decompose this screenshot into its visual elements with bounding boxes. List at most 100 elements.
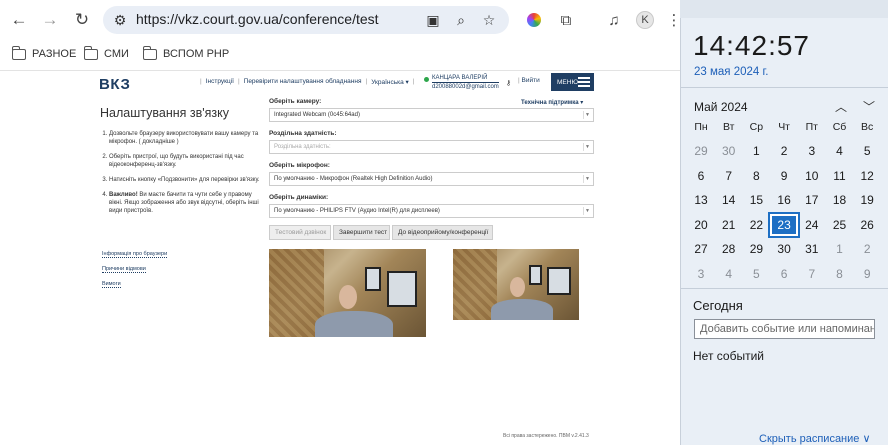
local-video-preview xyxy=(269,249,426,337)
address-bar[interactable]: ⚙ https://vkz.court.gov.ua/conference/te… xyxy=(103,6,509,34)
hide-schedule-link[interactable]: Скрыть расписание ∨ xyxy=(759,432,871,445)
resolution-label: Роздільна здатність: xyxy=(269,130,337,137)
calendar-day[interactable]: 19 xyxy=(853,189,881,211)
end-test-button[interactable]: Завершити тест xyxy=(333,225,390,240)
menu-button[interactable]: МЕНЮ xyxy=(551,73,594,91)
bookmark-folder-smi[interactable]: СМИ xyxy=(83,45,129,63)
calendar-day[interactable]: 3 xyxy=(798,140,826,162)
link-refusal-reasons[interactable]: Причини відмови xyxy=(102,266,146,273)
calendar-day[interactable]: 28 xyxy=(715,238,743,260)
calendar-day[interactable]: 21 xyxy=(715,214,743,236)
reload-icon[interactable]: ↻ xyxy=(70,8,94,32)
calendar-day[interactable]: 27 xyxy=(687,238,715,260)
calendar-day[interactable]: 12 xyxy=(853,165,881,187)
calendar-day[interactable]: 2 xyxy=(770,140,798,162)
calendar-day[interactable]: 17 xyxy=(798,189,826,211)
extensions-puzzle-icon[interactable]: ⧉ xyxy=(554,8,578,32)
tech-support-link[interactable]: Технічна підтримка ▾ xyxy=(521,99,583,106)
calendar-day[interactable]: 14 xyxy=(715,189,743,211)
calendar-day[interactable]: 8 xyxy=(742,165,770,187)
chevron-down-icon: ▼ xyxy=(583,143,591,151)
calendar-day[interactable]: 30 xyxy=(715,140,743,162)
camera-label: Оберіть камеру: xyxy=(269,98,322,105)
zoom-icon[interactable]: ⌕ xyxy=(451,10,471,30)
no-events-text: Нет событий xyxy=(693,349,764,363)
user-info[interactable]: КАНЦАРА ВАЛЕРІЙ d20088002d@gmail.com xyxy=(424,74,499,91)
calendar-day[interactable]: 31 xyxy=(798,238,826,260)
back-icon[interactable]: ← xyxy=(7,8,31,32)
list-item: Важливо! Ви маєте бачити та чути себе у … xyxy=(109,191,261,215)
user-name[interactable]: КАНЦАРА ВАЛЕРІЙ xyxy=(432,74,499,83)
forward-icon[interactable]: → xyxy=(38,8,62,32)
microphone-select[interactable]: По умолчанию - Микрофон (Realtek High De… xyxy=(269,172,594,186)
key-icon[interactable]: ⚷ xyxy=(506,79,511,87)
list-item: Натисніть кнопку «Подзвонити» для переві… xyxy=(109,176,261,184)
link-browser-info[interactable]: Інформація про браузери xyxy=(102,251,168,258)
web-page: ВКЗ | Інструкції | Перевірити налаштуван… xyxy=(0,70,680,445)
calendar-day[interactable]: 30 xyxy=(770,238,798,260)
add-event-input[interactable]: Добавить событие или напоминание xyxy=(694,319,875,339)
profile-avatar[interactable]: K xyxy=(636,11,654,29)
logout-link[interactable]: | Вийти xyxy=(518,77,540,84)
calendar-day[interactable]: 10 xyxy=(798,165,826,187)
clock-date[interactable]: 23 мая 2024 г. xyxy=(694,66,768,78)
taskbar-edge xyxy=(680,0,888,18)
site-logo[interactable]: ВКЗ xyxy=(99,76,130,93)
calendar-day[interactable]: 25 xyxy=(826,214,854,236)
chevron-down-icon: ▼ xyxy=(583,111,591,119)
test-call-button[interactable]: Тестовий дзвінок xyxy=(269,225,331,240)
weekday-label: Вс xyxy=(861,121,874,133)
speakers-select[interactable]: По умолчанию - PHILIPS FTV (Аудио Intel(… xyxy=(269,204,594,218)
calendar-day[interactable]: 2 xyxy=(853,238,881,260)
chevron-down-icon[interactable]: ﹀ xyxy=(863,98,875,115)
calendar-day[interactable]: 22 xyxy=(742,214,770,236)
calendar-day[interactable]: 24 xyxy=(798,214,826,236)
calendar-day[interactable]: 16 xyxy=(770,189,798,211)
bookmark-folder-php[interactable]: ВСПОМ PHP xyxy=(142,45,229,63)
nav-language[interactable]: Українська ▾ xyxy=(371,78,409,86)
calendar-day[interactable]: 11 xyxy=(826,165,854,187)
calendar-day[interactable]: 29 xyxy=(687,140,715,162)
url-text[interactable]: https://vkz.court.gov.ua/conference/test xyxy=(136,11,379,27)
calendar-day[interactable]: 7 xyxy=(715,165,743,187)
calendar-day[interactable]: 18 xyxy=(826,189,854,211)
remote-video-preview xyxy=(453,249,579,320)
calendar-day[interactable]: 6 xyxy=(687,165,715,187)
calendar-day[interactable]: 9 xyxy=(770,165,798,187)
calendar-day[interactable]: 20 xyxy=(687,214,715,236)
calendar-day[interactable]: 15 xyxy=(742,189,770,211)
calendar-day[interactable]: 29 xyxy=(742,238,770,260)
calendar-day[interactable]: 26 xyxy=(853,214,881,236)
site-settings-icon[interactable]: ⚙ xyxy=(110,10,130,30)
user-email: d20088002d@gmail.com xyxy=(432,84,499,90)
calendar-day[interactable]: 7 xyxy=(798,263,826,285)
nav-instructions[interactable]: Інструкції xyxy=(206,78,234,86)
chevron-down-icon: ▼ xyxy=(583,207,591,215)
calendar-day[interactable]: 1 xyxy=(826,238,854,260)
bookmark-star-icon[interactable]: ☆ xyxy=(479,10,499,30)
calendar-day[interactable]: 1 xyxy=(742,140,770,162)
link-requirements[interactable]: Вимоги xyxy=(102,281,121,288)
calendar-day[interactable]: 4 xyxy=(826,140,854,162)
nav-check-equipment[interactable]: Перевірити налаштування обладнання xyxy=(244,78,362,86)
resolution-select[interactable]: Роздільна здатність: ▼ xyxy=(269,140,594,154)
calendar-day[interactable]: 3 xyxy=(687,263,715,285)
camera-select[interactable]: Integrated Webcam (0c45:64ad) ▼ xyxy=(269,108,594,122)
month-title[interactable]: Май 2024 xyxy=(694,100,748,114)
extension-color-icon[interactable] xyxy=(522,8,546,32)
media-control-icon[interactable]: ♫ xyxy=(602,8,626,32)
calendar-day[interactable]: 4 xyxy=(715,263,743,285)
go-to-conference-button[interactable]: До відеоприйому/конференції xyxy=(392,225,493,240)
weekday-label: Пт xyxy=(805,121,818,133)
calendar-day[interactable]: 5 xyxy=(853,140,881,162)
chevron-up-icon[interactable]: ︿ xyxy=(835,98,847,115)
calendar-day[interactable]: 8 xyxy=(826,263,854,285)
calendar-day[interactable]: 9 xyxy=(853,263,881,285)
camera-in-use-icon[interactable]: ▣ xyxy=(423,10,443,30)
calendar-day[interactable]: 5 xyxy=(742,263,770,285)
calendar-day-today[interactable]: 23 xyxy=(768,211,801,238)
weekday-label: Чт xyxy=(778,121,790,133)
calendar-day[interactable]: 13 xyxy=(687,189,715,211)
calendar-day[interactable]: 6 xyxy=(770,263,798,285)
bookmark-folder-raznoe[interactable]: РАЗНОЕ xyxy=(11,45,76,63)
